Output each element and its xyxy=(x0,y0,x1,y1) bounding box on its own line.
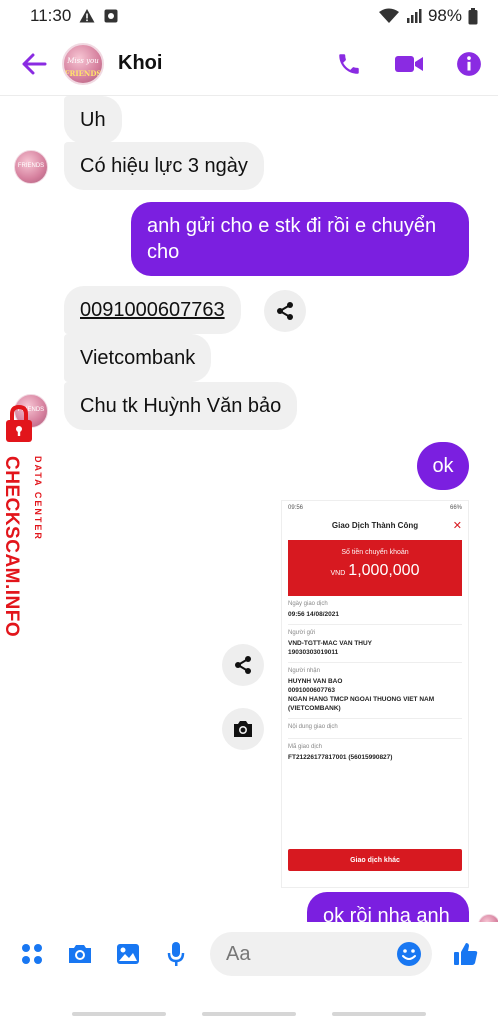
warning-icon xyxy=(79,9,95,23)
gallery-button[interactable] xyxy=(108,934,148,974)
message-received[interactable]: Có hiệu lực 3 ngày xyxy=(64,142,264,190)
message-text: Có hiệu lực 3 ngày xyxy=(80,155,248,177)
lock-icon xyxy=(6,404,32,442)
receipt-field: Người gửi VND-TGTT-MAC VAN THUY 190303030… xyxy=(288,625,462,663)
share-icon xyxy=(235,656,251,674)
receipt-field: Ngày giao dịch 09:56 14/08/2021 xyxy=(288,596,462,625)
message-received[interactable]: Vietcombank xyxy=(64,334,212,382)
field-label: Người nhận xyxy=(288,668,320,674)
message-input-placeholder: Aa xyxy=(226,942,251,965)
message-received[interactable]: Uh xyxy=(64,96,122,144)
voice-button[interactable] xyxy=(156,934,196,974)
emoji-icon[interactable] xyxy=(396,941,422,967)
avatar-text-bottom: FRIENDS xyxy=(64,68,102,78)
video-call-button[interactable] xyxy=(394,49,424,79)
status-bar: 11:30 98% xyxy=(0,0,498,32)
watermark-subtext: DATA CENTER xyxy=(33,456,43,541)
back-button[interactable] xyxy=(14,44,54,84)
system-nav-bar xyxy=(0,986,498,1024)
contact-name[interactable]: Khoi xyxy=(118,52,162,75)
receipt-battery: 66% xyxy=(449,505,462,511)
message-input[interactable]: Aa xyxy=(210,932,432,976)
share-button[interactable] xyxy=(264,290,306,332)
phone-icon xyxy=(339,53,359,74)
camera-icon xyxy=(234,721,252,737)
message-text: Vietcombank xyxy=(80,347,196,369)
thumbs-up-icon xyxy=(454,943,478,965)
seen-avatar xyxy=(478,914,498,922)
chat-header: Miss you FRIENDS Khoi xyxy=(0,32,498,96)
message-sent[interactable]: ok rồi nha anh xyxy=(307,892,469,922)
sender-avatar[interactable]: FRIENDS xyxy=(14,150,48,184)
receipt-field: Người nhận HUYNH VAN BAO 0091000607763 NG… xyxy=(288,663,462,719)
field-label: Ngày giao dịch xyxy=(288,601,328,607)
battery-percent: 98% xyxy=(427,6,462,25)
grid-dots-icon xyxy=(22,944,42,964)
receipt-field: Nội dung giao dịch xyxy=(288,719,462,739)
message-text: anh gửi cho e stk đi rồi e chuyển cho xyxy=(147,215,437,263)
message-text: ok xyxy=(432,455,454,477)
message-text: Uh xyxy=(80,109,106,131)
field-value: 09:56 14/08/2021 xyxy=(288,611,339,618)
receipt-title-text: Giao Dịch Thành Công xyxy=(331,521,419,530)
nav-back-button[interactable] xyxy=(332,1012,426,1016)
other-transaction-button: Giao dịch khác xyxy=(288,849,462,871)
video-camera-icon xyxy=(395,55,423,72)
field-value: FT21226177817001 (56015990827) xyxy=(288,754,393,761)
message-text: Chu tk Huỳnh Văn bảo xyxy=(80,395,282,417)
like-button[interactable] xyxy=(446,934,486,974)
image-icon xyxy=(117,944,139,964)
save-photo-button[interactable] xyxy=(222,708,264,750)
amount-value: VND 1,000,000 xyxy=(288,562,462,580)
account-number-link[interactable]: 0091000607763 xyxy=(80,299,225,321)
avatar-text-top: Miss you xyxy=(67,56,99,65)
message-received[interactable]: 0091000607763 xyxy=(64,286,241,334)
field-value: VND-TGTT-MAC VAN THUY 19030303019011 xyxy=(288,640,373,656)
field-label: Người gửi xyxy=(288,630,316,636)
signal-icon xyxy=(406,9,422,23)
amount-banner: Số tiền chuyển khoản VND 1,000,000 xyxy=(288,540,462,596)
message-composer: Aa xyxy=(0,922,498,986)
watermark: CHECKSCAM.INFO DATA CENTER xyxy=(0,404,50,644)
nav-home-button[interactable] xyxy=(202,1012,296,1016)
camera-button[interactable] xyxy=(60,934,100,974)
receipt-status-bar: 09:56 66% xyxy=(282,501,468,515)
amount: 1,000,000 xyxy=(348,562,420,579)
currency: VND xyxy=(330,570,346,577)
nav-recent-button[interactable] xyxy=(72,1012,166,1016)
receipt-field: Mã giao dịch FT21226177817001 (5601599082… xyxy=(288,739,462,767)
camera-icon xyxy=(69,945,91,963)
field-label: Mã giao dịch xyxy=(288,744,323,750)
more-actions-button[interactable] xyxy=(12,934,52,974)
receipt-time: 09:56 xyxy=(288,505,304,511)
info-button[interactable] xyxy=(454,49,484,79)
close-icon: ✕ xyxy=(452,520,462,532)
back-arrow-icon xyxy=(22,53,47,74)
watermark-text: CHECKSCAM.INFO xyxy=(1,456,22,638)
info-icon xyxy=(457,51,481,76)
transfer-receipt-image[interactable]: 09:56 66% Giao Dịch Thành Công ✕ Số tiền … xyxy=(281,500,469,888)
status-time: 11:30 xyxy=(30,6,72,25)
avatar-text-bottom: FRIENDS xyxy=(17,163,45,169)
battery-icon xyxy=(468,7,478,24)
field-value: HUYNH VAN BAO 0091000607763 NGAN HANG TM… xyxy=(288,678,435,712)
message-sent[interactable]: ok xyxy=(417,442,469,490)
contact-avatar[interactable]: Miss you FRIENDS xyxy=(62,42,104,85)
field-label: Nội dung giao dịch xyxy=(288,724,338,730)
microphone-icon xyxy=(167,942,185,966)
message-text: ok rồi nha anh xyxy=(323,905,450,922)
receipt-title: Giao Dịch Thành Công ✕ xyxy=(282,515,468,540)
message-list[interactable]: Uh FRIENDS Có hiệu lực 3 ngày anh gửi ch… xyxy=(0,96,498,922)
message-sent[interactable]: anh gửi cho e stk đi rồi e chuyển cho xyxy=(131,202,469,276)
share-button[interactable] xyxy=(222,644,264,686)
wifi-icon xyxy=(378,8,399,23)
amount-label: Số tiền chuyển khoản xyxy=(341,549,409,556)
notification-icon xyxy=(104,9,118,23)
call-button[interactable] xyxy=(334,49,364,79)
message-received[interactable]: Chu tk Huỳnh Văn bảo xyxy=(64,382,298,430)
share-icon xyxy=(277,302,293,320)
